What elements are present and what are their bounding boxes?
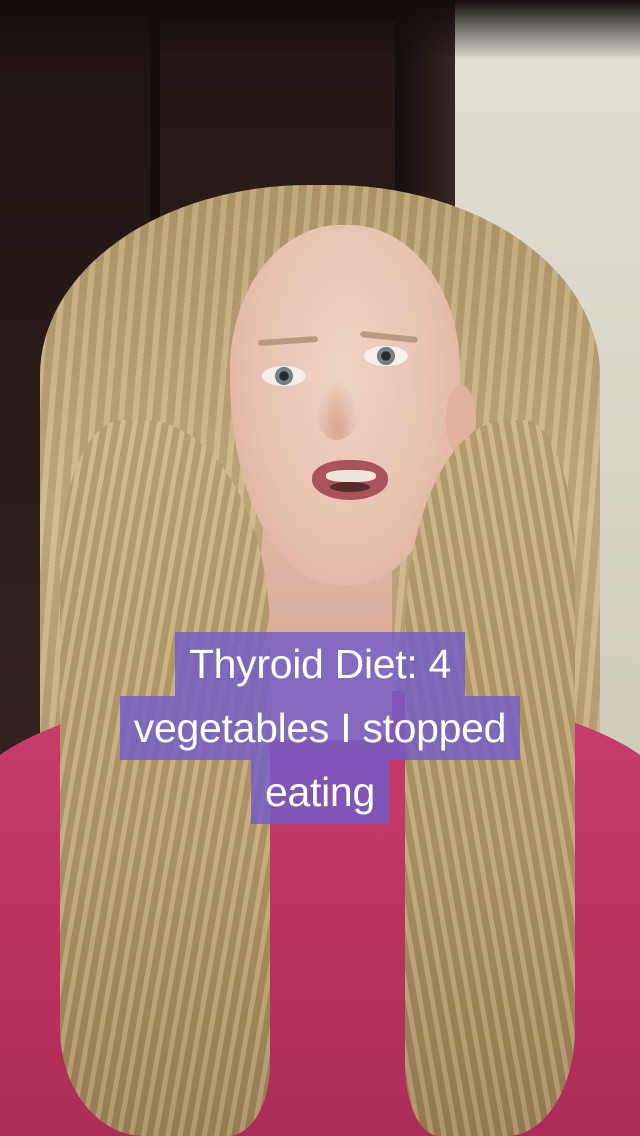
caption-line-3: eating <box>251 760 389 824</box>
left-eye <box>262 366 306 386</box>
left-iris <box>275 367 293 385</box>
right-eye <box>364 346 408 366</box>
caption-line-1: Thyroid Diet: 4 <box>174 632 466 696</box>
nose <box>315 380 359 440</box>
mouth-inner <box>330 482 370 492</box>
teeth <box>326 470 376 482</box>
video-frame[interactable] <box>0 0 640 1136</box>
caption-overlay: Thyroid Diet: 4 vegetables I stopped eat… <box>0 632 640 824</box>
ceiling-shadow <box>0 0 640 60</box>
right-iris <box>377 347 395 365</box>
caption-line-2: vegetables I stopped <box>119 696 521 760</box>
